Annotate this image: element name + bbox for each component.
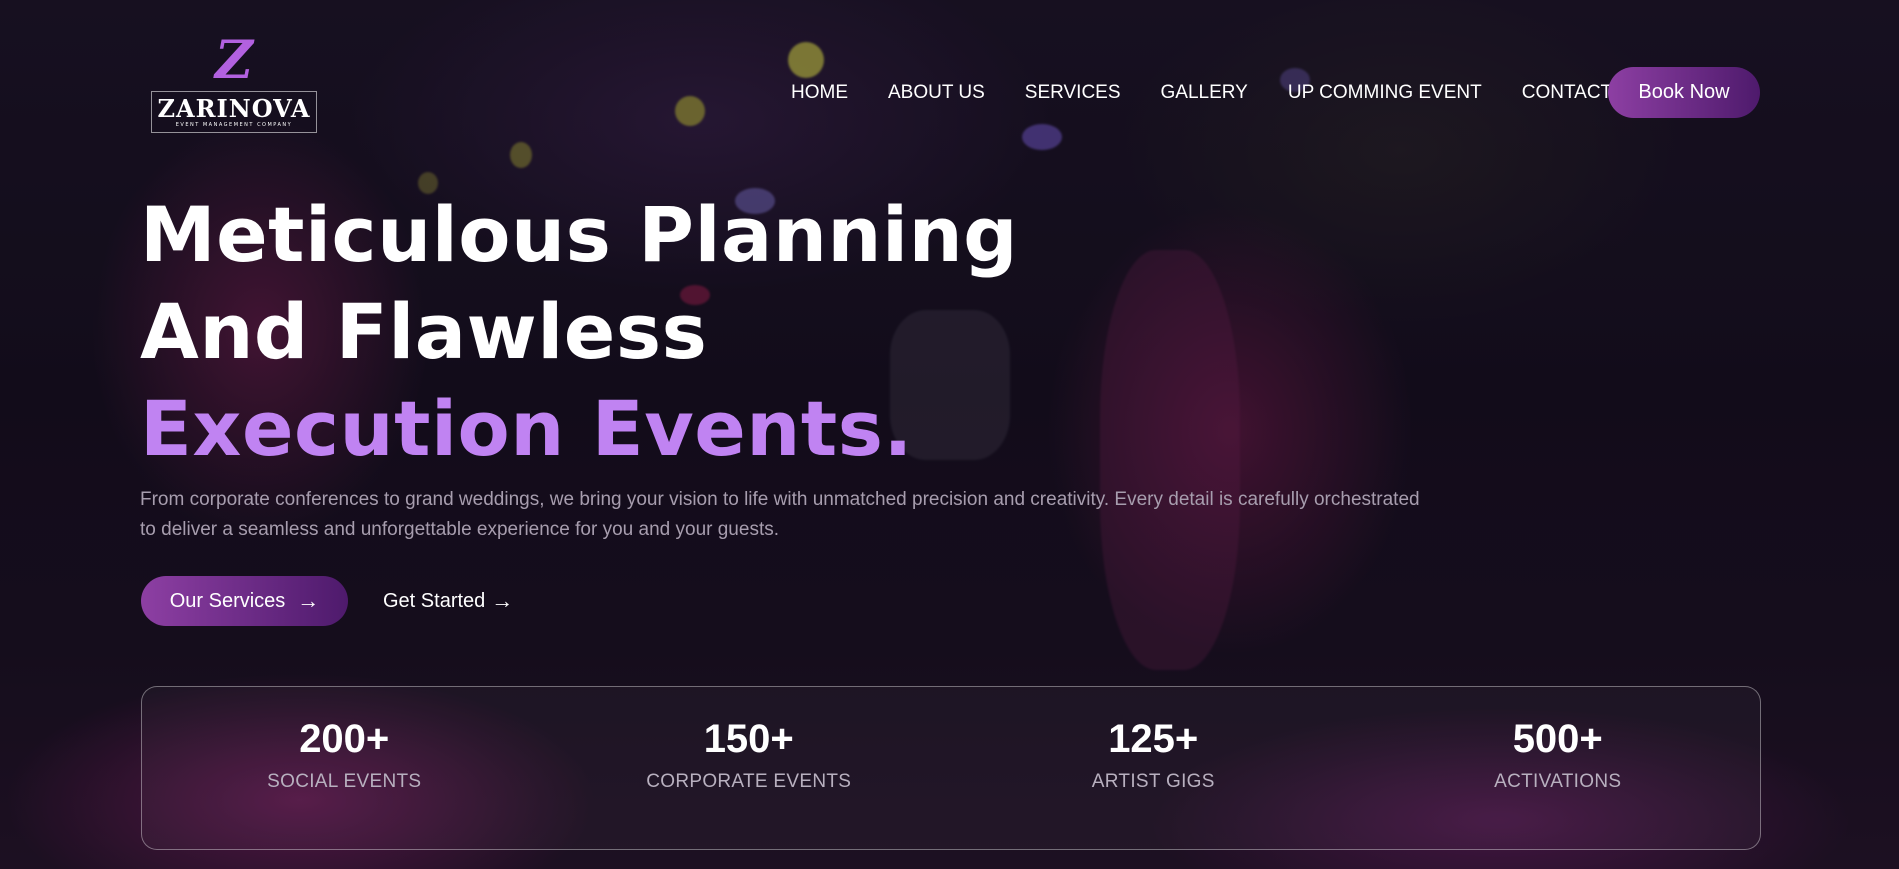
- arrow-right-icon: →: [491, 588, 514, 613]
- hero-title-line-3: Execution Events.: [140, 384, 913, 473]
- stat-social-events: 200+ SOCIAL EVENTS: [194, 687, 494, 793]
- hero-title-line-2: And Flawless: [140, 287, 708, 376]
- nav-item-about-us[interactable]: ABOUT US: [888, 82, 985, 104]
- stat-label: SOCIAL EVENTS: [267, 771, 422, 792]
- nav-item-contact[interactable]: CONTACT: [1522, 82, 1612, 104]
- nav-item-gallery[interactable]: GALLERY: [1161, 82, 1248, 104]
- nav-item-home[interactable]: HOME: [791, 82, 848, 104]
- stat-value: 500+: [1512, 717, 1603, 761]
- stat-activations: 500+ ACTIVATIONS: [1408, 687, 1708, 793]
- main-navigation: HOME ABOUT US SERVICES GALLERY UP COMMIN…: [791, 67, 1652, 119]
- our-services-label: Our Services: [169, 589, 286, 612]
- our-services-button[interactable]: Our Services →: [141, 576, 348, 626]
- stat-value: 125+: [1108, 717, 1199, 761]
- get-started-button[interactable]: Get Started →: [383, 576, 513, 626]
- nav-item-services[interactable]: SERVICES: [1025, 82, 1121, 104]
- get-started-label: Get Started: [383, 589, 486, 612]
- stat-artist-gigs: 125+ ARTIST GIGS: [1003, 687, 1303, 793]
- stat-corporate-events: 150+ CORPORATE EVENTS: [599, 687, 899, 793]
- logo-wordmark-box: ZARINOVA EVENT MANAGEMENT COMPANY: [151, 91, 317, 133]
- hero-title: Meticulous Planning And Flawless Executi…: [140, 186, 1018, 477]
- book-now-button[interactable]: Book Now: [1608, 67, 1760, 118]
- logo-tagline: EVENT MANAGEMENT COMPANY: [175, 121, 293, 128]
- stat-label: CORPORATE EVENTS: [646, 771, 852, 792]
- nav-item-upcoming-event[interactable]: UP COMMING EVENT: [1288, 82, 1482, 104]
- stat-label: ACTIVATIONS: [1494, 771, 1622, 792]
- stat-value: 150+: [703, 717, 794, 761]
- logo-name: ZARINOVA: [157, 93, 311, 123]
- stats-panel: 200+ SOCIAL EVENTS 150+ CORPORATE EVENTS…: [141, 686, 1761, 850]
- brand-logo[interactable]: Z ZARINOVA EVENT MANAGEMENT COMPANY: [151, 33, 317, 133]
- arrow-right-icon: →: [297, 588, 320, 613]
- hero-title-line-1: Meticulous Planning: [140, 190, 1019, 279]
- stat-value: 200+: [299, 717, 390, 761]
- logo-monogram: Z: [215, 30, 253, 91]
- stat-label: ARTIST GIGS: [1091, 771, 1215, 792]
- hero-description: From corporate conferences to grand wedd…: [140, 489, 1420, 540]
